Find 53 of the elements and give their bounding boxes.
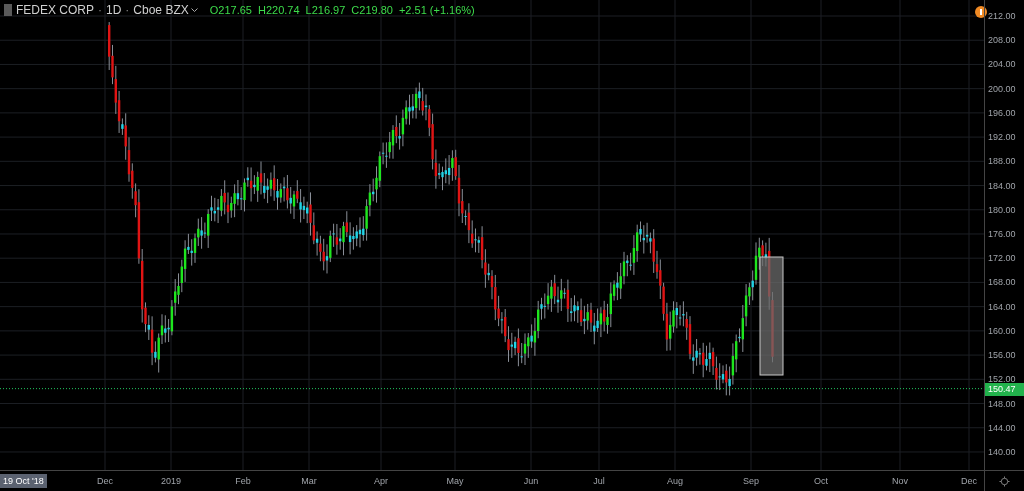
time-tick-label: Feb — [235, 476, 251, 486]
price-tick-label: 148.00 — [988, 398, 1016, 409]
price-tick-label: 168.00 — [988, 277, 1016, 288]
price-tick-label: 188.00 — [988, 156, 1016, 167]
time-axis[interactable]: 19 Oct '18 Dec 2019 Feb Mar Apr May Jun Jul Aug Sep Oct Nov Dec — [0, 471, 984, 491]
ohlc-label: O — [209, 3, 219, 18]
ohlc-label: L — [305, 3, 312, 18]
price-tick-label: 204.00 — [988, 59, 1016, 70]
price-tick-label: 176.00 — [988, 228, 1016, 239]
time-tick-label: Apr — [374, 476, 388, 486]
separator: · — [98, 2, 102, 18]
settings-icon[interactable] — [999, 475, 1010, 487]
time-tick-label: Oct — [814, 476, 828, 486]
last-price-tag: 150.47 — [985, 382, 1024, 396]
ohlc-label: C — [351, 3, 360, 18]
time-tick-label: Nov — [892, 476, 908, 486]
ohlc-label: H — [257, 3, 266, 18]
price-tick-label: 172.00 — [988, 253, 1016, 264]
price-tick-label: 200.00 — [988, 83, 1016, 94]
price-tick-label: 140.00 — [988, 446, 1016, 457]
price-tick-label: 156.00 — [988, 350, 1016, 361]
time-tick-label: Aug — [667, 476, 683, 486]
price-tick-label: 160.00 — [988, 325, 1016, 336]
price-tick-label: 152.00 — [988, 374, 1016, 385]
date-cursor-label: 19 Oct '18 — [0, 474, 47, 488]
time-tick-label: Sep — [743, 476, 759, 486]
price-tick-label: 212.00 — [988, 11, 1016, 21]
chevron-icon — [190, 7, 198, 13]
time-tick-label: Dec — [961, 476, 977, 486]
alert-icon[interactable] — [975, 6, 987, 18]
time-tick-label: Dec — [97, 476, 113, 486]
price-tick-label: 196.00 — [988, 107, 1016, 118]
price-tick-label: 184.00 — [988, 180, 1016, 191]
ohlc-value: 217.65 — [218, 3, 252, 18]
interval-label[interactable]: 1D — [106, 2, 122, 18]
price-tick-label: 192.00 — [988, 132, 1016, 143]
ohlc-value: 219.80 — [359, 3, 393, 18]
time-tick-label: 2019 — [161, 476, 181, 486]
time-tick-label: Jul — [593, 476, 605, 486]
ohlc-value: 216.97 — [311, 3, 346, 18]
price-tick-label: 208.00 — [988, 35, 1016, 46]
price-tick-label: 164.00 — [988, 301, 1016, 312]
price-change: +2.51 (+1.16%) — [398, 3, 475, 18]
ohlc-value: 220.74 — [265, 3, 300, 18]
exchange-dropdown[interactable]: Cboe BZX — [133, 2, 198, 18]
time-tick-label: May — [446, 476, 464, 486]
symbol-name[interactable]: FEDEX CORP — [16, 2, 94, 18]
time-tick-label: Mar — [301, 476, 317, 486]
price-tick-label: 180.00 — [988, 204, 1016, 215]
time-tick-label: Jun — [523, 476, 539, 486]
price-axis[interactable]: 212.00 208.00 204.00 200.00 196.00 192.00 188.00 184.00 180.00 176.00 172.00 168.00 164.00 160.00 156.00 152.00 148.00 144.00 140.00 150.47 — [984, 0, 1024, 470]
price-tick-label: 144.00 — [988, 422, 1016, 433]
separator: · — [125, 2, 130, 18]
